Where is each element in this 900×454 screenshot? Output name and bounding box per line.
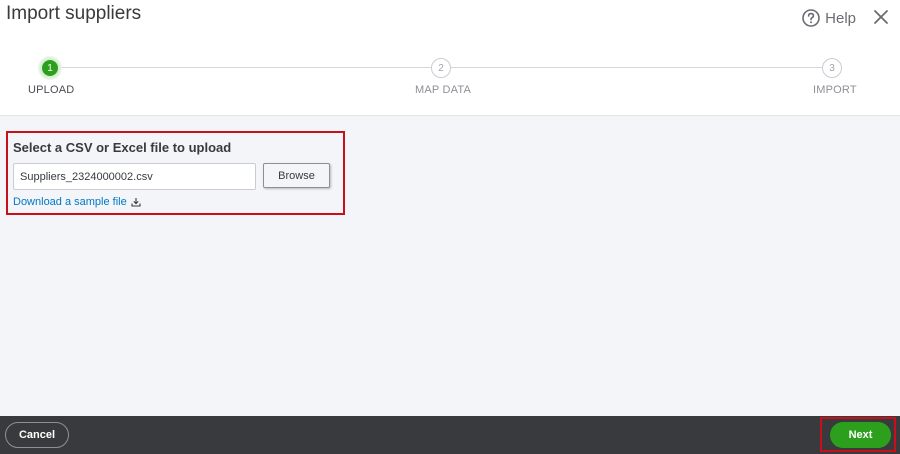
upload-heading: Select a CSV or Excel file to upload (13, 140, 232, 155)
browse-button[interactable]: Browse (263, 163, 330, 188)
download-sample-link[interactable]: Download a sample file (13, 196, 141, 208)
step-connector (60, 67, 432, 68)
dialog-footer: Cancel (0, 416, 900, 454)
close-icon[interactable] (872, 8, 890, 26)
download-icon (131, 198, 141, 207)
step-2-label: MAP DATA (415, 84, 471, 96)
step-3-label: IMPORT (813, 84, 857, 96)
progress-stepper: 1 UPLOAD 2 MAP DATA 3 IMPORT (0, 38, 900, 116)
help-label: Help (825, 9, 856, 27)
page-title: Import suppliers (6, 3, 142, 24)
step-connector (451, 67, 822, 68)
next-button[interactable]: Next (830, 422, 891, 448)
help-button[interactable]: Help (802, 9, 856, 27)
dialog-header: Import suppliers Help (0, 0, 900, 38)
file-path-input[interactable] (13, 163, 256, 190)
sample-link-label: Download a sample file (13, 196, 127, 208)
step-3-indicator: 3 (822, 58, 842, 78)
question-circle-icon (802, 9, 820, 27)
step-2-indicator: 2 (431, 58, 451, 78)
upload-section: Select a CSV or Excel file to upload Bro… (6, 131, 345, 215)
cancel-button[interactable]: Cancel (5, 422, 69, 448)
step-1-label: UPLOAD (28, 84, 75, 96)
step-1-indicator: 1 (40, 58, 60, 78)
